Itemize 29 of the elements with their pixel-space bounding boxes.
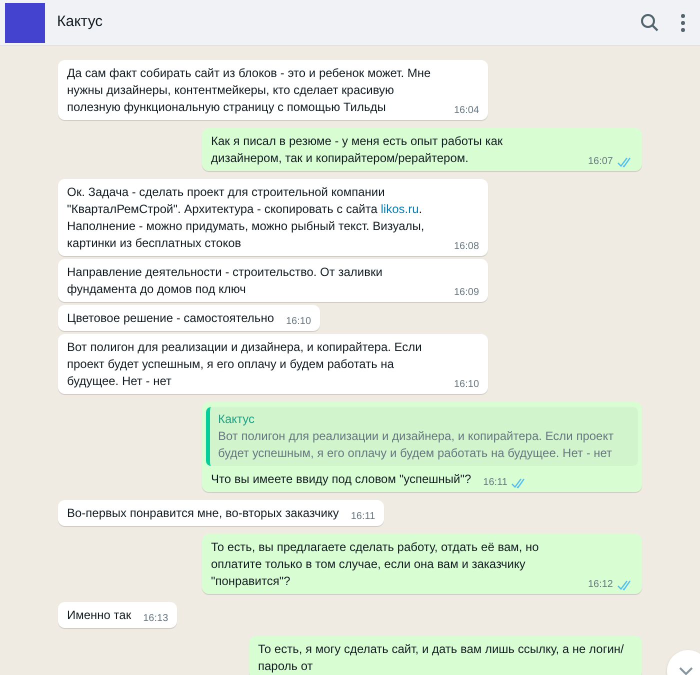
quoted-message[interactable]: Кактус Вот полигон для реализации и дизайнера, и копирайтера. Если проект будет успешным, я его оплачу и будем работать на будущее. Нет - нет <box>206 407 638 466</box>
message-text: Что вы имеете ввиду под словом "успешный"? <box>211 471 472 488</box>
message-text: Вот полигон для реализации и дизайнера, и копирайтера. Если проект будет успешным, я его оплачу и будем работать на будущее. Нет - нет <box>67 339 423 390</box>
menu-dots-icon <box>680 12 686 32</box>
message-text: То есть, вы предлагаете сделать работу, отдать её вам, но оплатите только в том случае, если она вам и заказчику "понравится"? <box>211 539 540 590</box>
link[interactable]: likos.ru <box>380 202 419 216</box>
message-text: Ок. Задача - сделать проект для строительной компании "КварталРемСтрой". Архитектура - скопировать с сайта likos.ru. Наполнение - можно придумать, можно рыбный текст. Визуалы, картинки из бесплатных стоков <box>67 184 426 252</box>
message-time: 16:11 <box>350 510 376 524</box>
message-time: 16:10 <box>286 315 312 329</box>
quote-text: Вот полигон для реализации и дизайнера, и копирайтера. Если проект будет успешным, я его оплачу и будем работать на будущее. Нет - нет <box>218 428 615 462</box>
message-time: 16:04 <box>454 104 480 118</box>
chevron-down-icon <box>679 666 693 675</box>
message-text: Во-первых понравится мне, во-вторых заказчику <box>67 505 339 522</box>
message-text: То есть, я могу сделать сайт, и дать вам лишь ссылку, а не логин/пароль от <box>258 641 625 675</box>
contact-name[interactable]: Кактус <box>57 11 103 34</box>
message-time: 16:08 <box>454 240 480 254</box>
message-text: Направление деятельности - строительство. От заливки фундамента до домов под ключ <box>67 264 384 298</box>
message-text: Именно так <box>67 607 132 624</box>
message-time: 16:11 <box>483 476 508 490</box>
message-time: 16:13 <box>143 612 168 626</box>
message-time: 16:09 <box>454 286 480 300</box>
message-text: Да сам факт собирать сайт из блоков - это и ребенок может. Мне нужны дизайнеры, контентмейкеры, кто сделает красивую полезную функциональную страницу с помощью Тильды <box>67 65 432 116</box>
quote-author: Кактус <box>218 411 256 428</box>
message-time: 16:10 <box>454 378 480 392</box>
message-text: Цветовое решение - самостоятельно <box>67 310 274 327</box>
search-icon <box>640 12 660 32</box>
message-text: Как я писал в резюме - у меня есть опыт работы как дизайнером, так и копирайтером/рерайтером. <box>211 133 504 167</box>
message-time: 16:12 <box>588 578 613 592</box>
message-time: 16:07 <box>588 155 613 169</box>
